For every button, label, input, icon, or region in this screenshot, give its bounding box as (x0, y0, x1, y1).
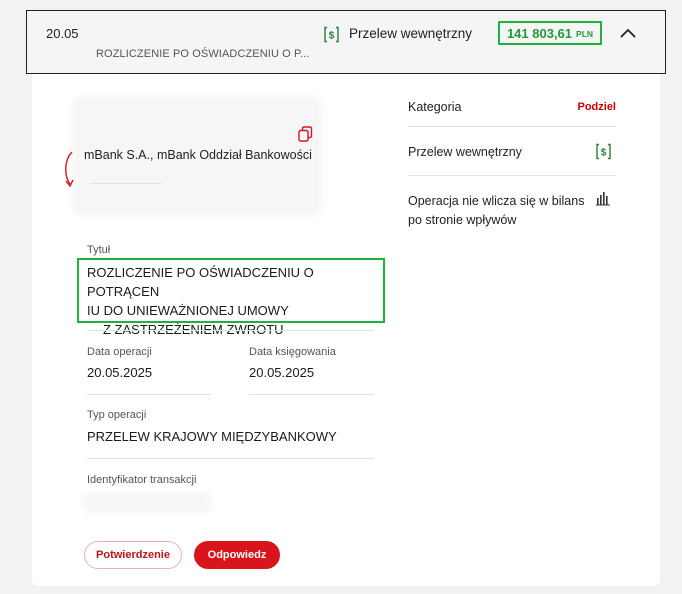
divider (87, 458, 374, 459)
operation-type-label: Typ operacji (87, 409, 147, 421)
chevron-up-icon[interactable] (619, 25, 637, 48)
divider (249, 394, 374, 395)
bar-chart-icon (596, 192, 611, 211)
confirmation-button[interactable]: Potwierdzenie (84, 541, 182, 569)
divider (408, 126, 616, 127)
amount-currency: PLN (576, 29, 594, 39)
transfer-title-line-2: IU DO UNIEWAŻNIONEJ UMOWY (87, 303, 289, 318)
category-value: Przelew wewnętrzny (408, 145, 522, 159)
divider (90, 183, 162, 184)
transaction-date: 20.05 (46, 26, 79, 41)
booking-date-value: 20.05.2025 (249, 365, 315, 380)
amount-value: 141 803,61 (506, 25, 573, 41)
operation-date-label: Data operacji (87, 346, 152, 358)
svg-text:$: $ (329, 31, 335, 42)
transfer-icon: $ (323, 26, 340, 48)
title-label: Tytuł (87, 244, 111, 256)
divider (408, 175, 616, 176)
transaction-title-short: ROZLICZENIE PO OŚWIADCZENIU O P... (96, 48, 310, 60)
operation-type-value: PRZELEW KRAJOWY MIĘDZYBANKOWY (87, 429, 337, 444)
reply-button[interactable]: Odpowiedz (194, 541, 280, 569)
transaction-details-card: mBank S.A., mBank Oddział Bankowości Tyt… (32, 74, 660, 586)
transaction-header[interactable]: 20.05 ROZLICZENIE PO OŚWIADCZENIU O P...… (26, 10, 666, 74)
transfer-icon: $ (595, 143, 612, 165)
redacted-transaction-id (82, 492, 212, 514)
divider (87, 330, 374, 331)
transaction-type: Przelew wewnętrzny (349, 26, 473, 41)
counterparty-bank-name: mBank S.A., mBank Oddział Bankowości (84, 148, 312, 162)
split-link[interactable]: Podziel (577, 101, 616, 113)
copy-icon[interactable] (298, 126, 313, 147)
transfer-title-line-1: ROZLICZENIE PO OŚWIADCZENIU O POTRĄCEN (87, 265, 314, 299)
transaction-amount: 141 803,61 PLN (498, 21, 602, 45)
operation-date-value: 20.05.2025 (87, 365, 153, 380)
balance-note: Operacja nie wlicza się w bilans po stro… (408, 194, 585, 227)
curved-arrow-icon (64, 150, 78, 195)
booking-date-label: Data księgowania (249, 346, 336, 358)
divider (87, 394, 211, 395)
svg-text:$: $ (601, 148, 607, 159)
transfer-title: ROZLICZENIE PO OŚWIADCZENIU O POTRĄCEN I… (77, 258, 385, 337)
transaction-id-label: Identyfikator transakcji (87, 474, 197, 486)
